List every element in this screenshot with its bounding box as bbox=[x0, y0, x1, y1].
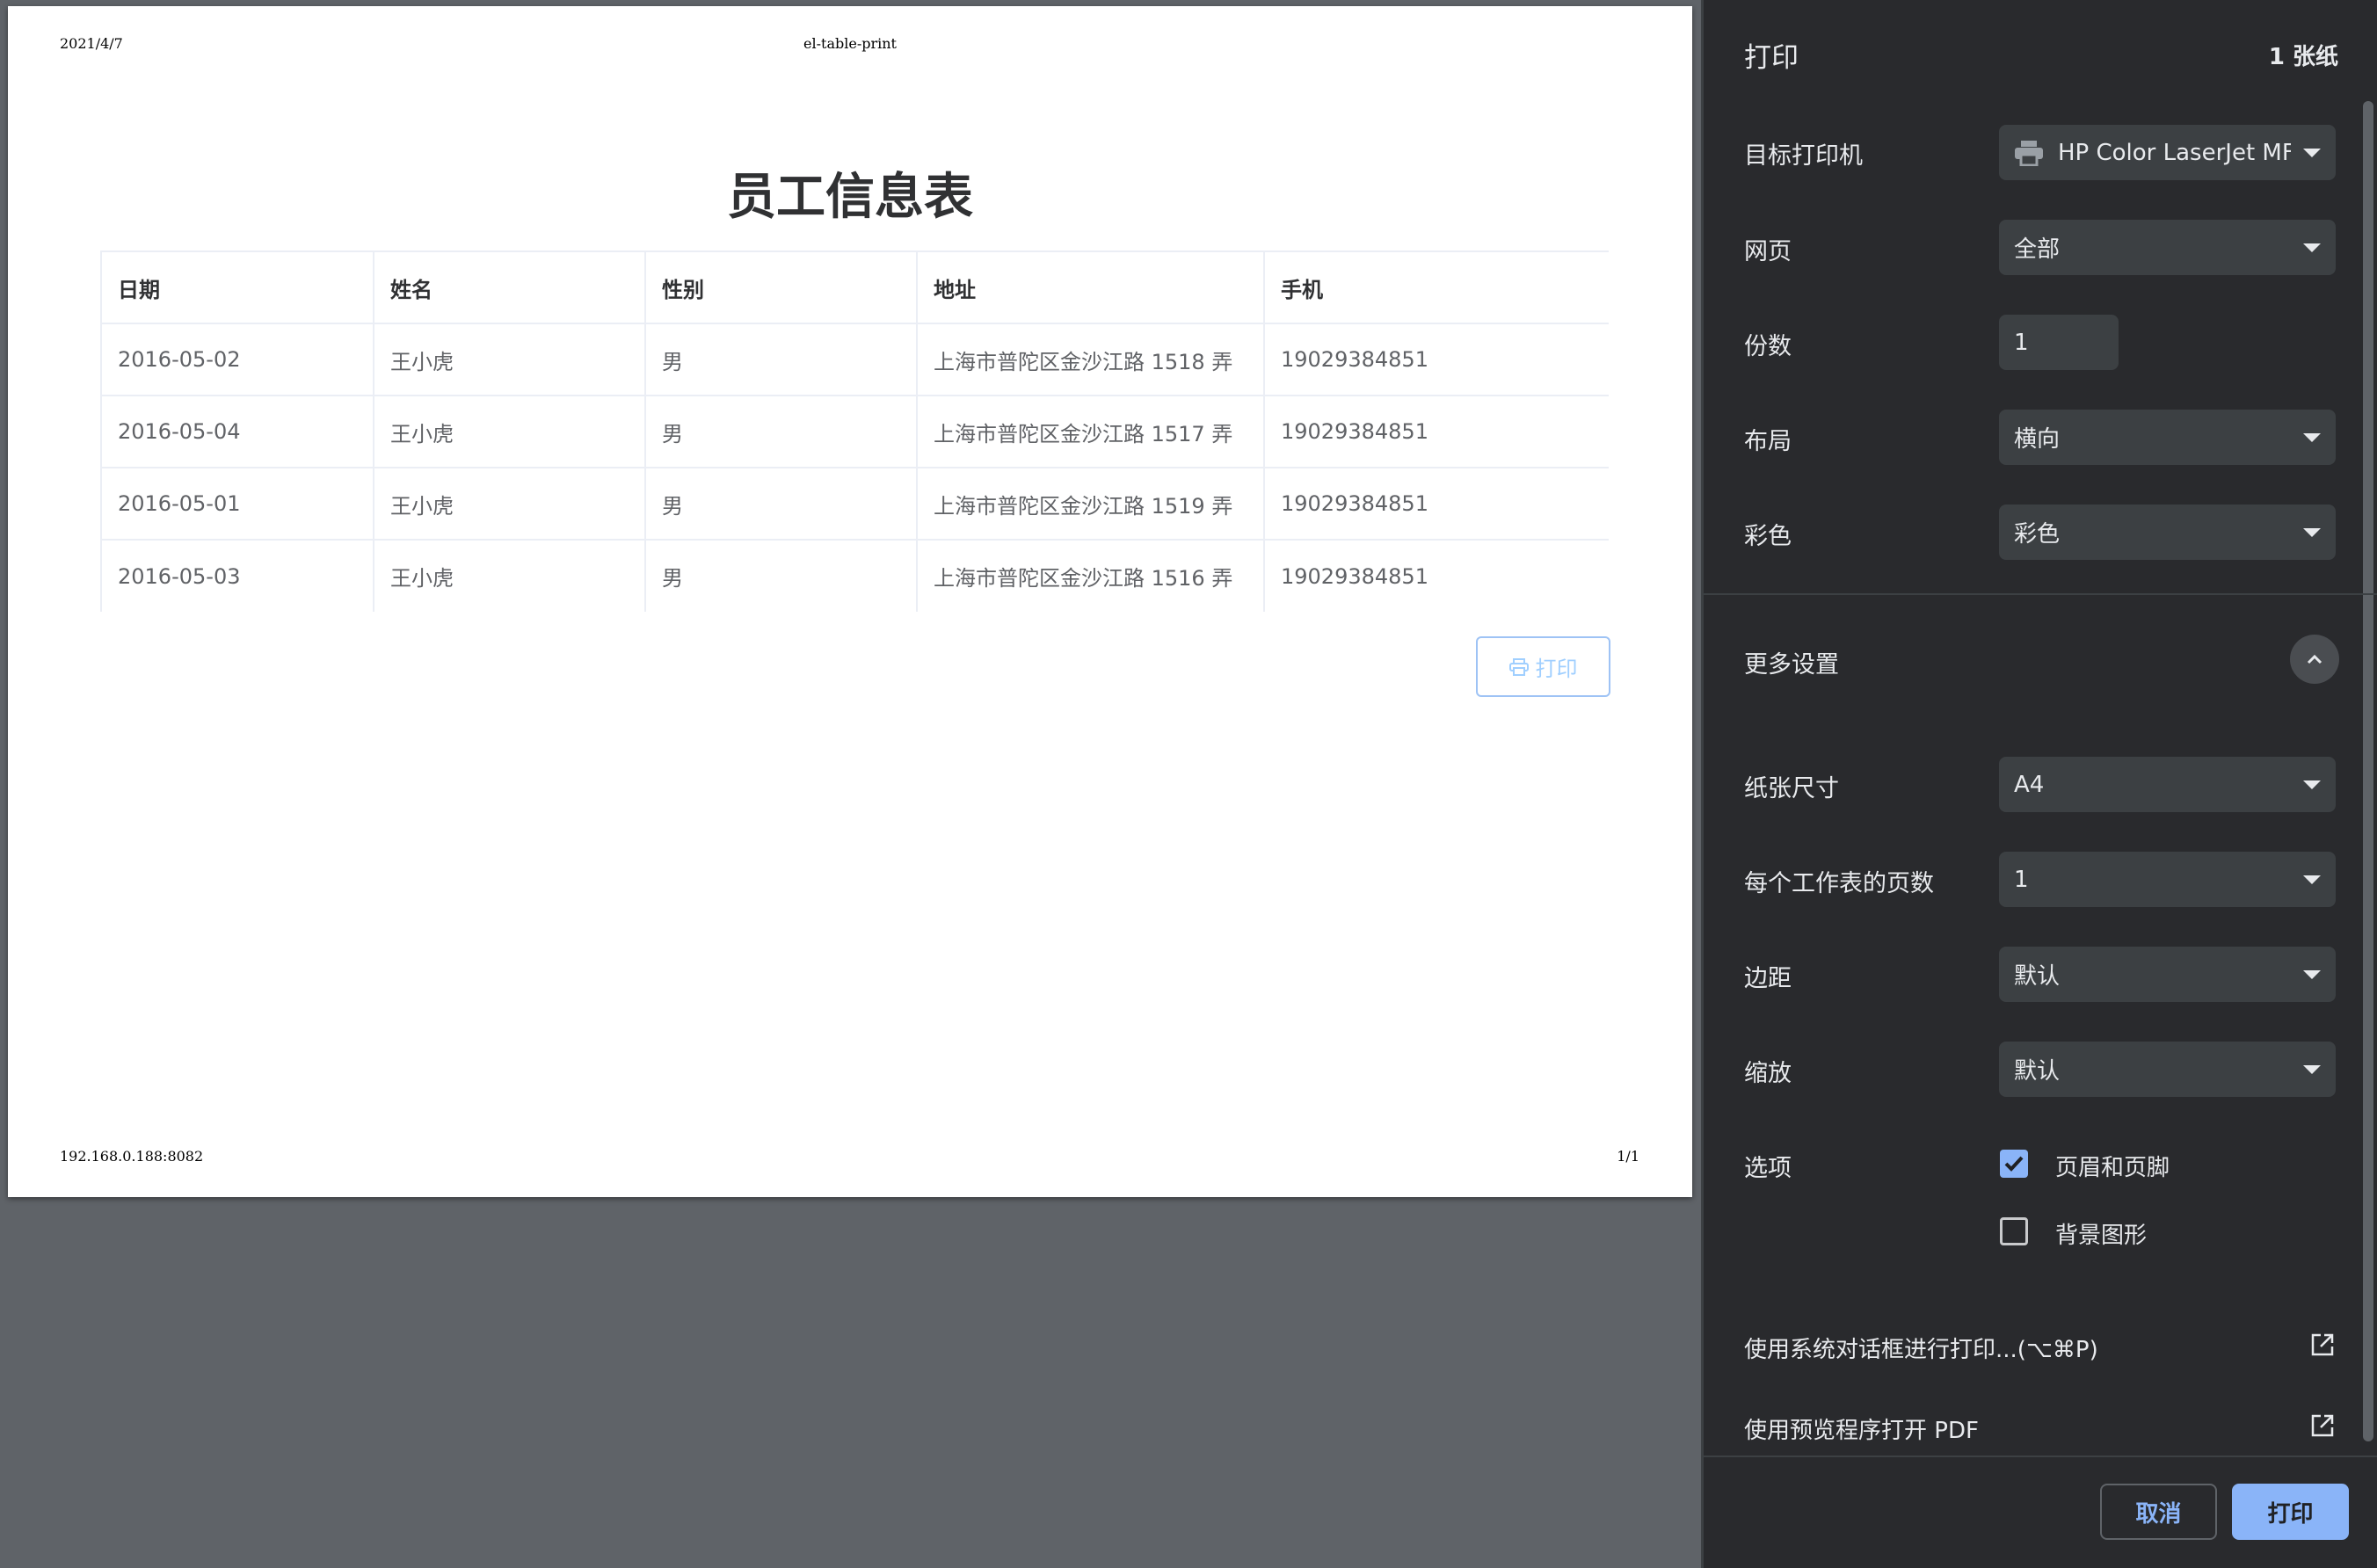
open-in-new-icon[interactable] bbox=[2310, 1332, 2335, 1357]
sheet-count: 1 张纸 bbox=[2268, 44, 2338, 70]
dropdown-arrow-icon bbox=[2303, 527, 2321, 537]
options-label: 选项 bbox=[1744, 1155, 1792, 1182]
cell-phone: 19029384851 bbox=[1281, 563, 1428, 589]
cell-phone: 19029384851 bbox=[1264, 468, 1609, 541]
open-in-new-icon[interactable] bbox=[2310, 1413, 2335, 1438]
dropdown-arrow-icon bbox=[2303, 1064, 2321, 1074]
dropdown-arrow-icon bbox=[2303, 243, 2321, 252]
printer-icon bbox=[1508, 657, 1529, 676]
table-row: 2016-05-04 王小虎 男 上海市普陀区金沙江路 1517 弄 19029… bbox=[100, 396, 1609, 468]
document-title: 员工信息表 bbox=[727, 169, 973, 226]
print-preview-area: 2021/4/7 el-table-print 员工信息表 日期 姓名 性别 地… bbox=[0, 0, 1701, 1568]
panel-scrollbar[interactable] bbox=[2363, 101, 2373, 1441]
cell-gender: 男 bbox=[645, 468, 918, 541]
more-settings-toggle[interactable] bbox=[2290, 635, 2339, 684]
pages-label: 网页 bbox=[1744, 238, 1792, 265]
column-header-address: 地址 bbox=[917, 250, 1265, 324]
page-footer-page-number: 1/1 bbox=[1617, 1148, 1639, 1165]
background-graphics-checkbox[interactable] bbox=[2000, 1217, 2028, 1245]
destination-select[interactable]: HP Color LaserJet MFP bbox=[1999, 125, 2336, 180]
table-row: 2016-05-01 王小虎 男 上海市普陀区金沙江路 1519 弄 19029… bbox=[100, 468, 1609, 541]
chevron-up-icon bbox=[2307, 654, 2322, 664]
margins-label: 边距 bbox=[1744, 965, 1792, 992]
destination-label: 目标打印机 bbox=[1744, 142, 1863, 170]
color-label: 彩色 bbox=[1744, 523, 1792, 550]
column-header-date: 日期 bbox=[100, 250, 374, 324]
color-select[interactable]: 彩色 bbox=[1999, 505, 2336, 560]
cell-name: 王小虎 bbox=[374, 540, 646, 612]
table-header-row: 日期 姓名 性别 地址 手机 bbox=[100, 250, 1609, 324]
cancel-button[interactable]: 取消 bbox=[2100, 1484, 2217, 1540]
pages-per-sheet-select[interactable]: 1 bbox=[1999, 852, 2336, 907]
cell-address: 上海市普陀区金沙江路 1519 弄 bbox=[917, 468, 1265, 541]
more-settings-label[interactable]: 更多设置 bbox=[1744, 645, 1839, 679]
column-header-name: 姓名 bbox=[374, 250, 646, 324]
printer-icon bbox=[2015, 140, 2043, 166]
page-footer-url: 192.168.0.188:8082 bbox=[60, 1148, 204, 1165]
background-graphics-label[interactable]: 背景图形 bbox=[2055, 1217, 2147, 1250]
cell-address: 上海市普陀区金沙江路 1518 弄 bbox=[917, 323, 1265, 396]
page-header-title: el-table-print bbox=[803, 35, 897, 52]
cell-date: 2016-05-02 bbox=[100, 323, 374, 396]
paper-size-label: 纸张尺寸 bbox=[1744, 775, 1839, 802]
scale-value: 默认 bbox=[2014, 1058, 2061, 1085]
print-settings-panel: 打印 1 张纸 目标打印机 HP Color LaserJet MFP 网页 全… bbox=[1701, 0, 2377, 1568]
dropdown-arrow-icon bbox=[2303, 875, 2321, 884]
dropdown-arrow-icon bbox=[2303, 148, 2321, 157]
print-preview-page: 2021/4/7 el-table-print 员工信息表 日期 姓名 性别 地… bbox=[8, 6, 1692, 1197]
cell-date: 2016-05-01 bbox=[100, 468, 374, 541]
margins-value: 默认 bbox=[2014, 963, 2061, 990]
print-button[interactable]: 打印 bbox=[2232, 1484, 2349, 1540]
layout-label: 布局 bbox=[1744, 428, 1792, 455]
pages-per-sheet-label: 每个工作表的页数 bbox=[1744, 870, 1934, 897]
margins-select[interactable]: 默认 bbox=[1999, 947, 2336, 1002]
page-print-button-label: 打印 bbox=[1535, 657, 1578, 681]
dropdown-arrow-icon bbox=[2303, 969, 2321, 979]
cell-name: 王小虎 bbox=[374, 323, 646, 396]
employee-table: 日期 姓名 性别 地址 手机 2016-05-02 王小虎 男 上海市普陀区金沙… bbox=[100, 250, 1609, 612]
scale-label: 缩放 bbox=[1744, 1060, 1792, 1087]
destination-value: HP Color LaserJet MFP bbox=[2058, 139, 2291, 166]
color-value: 彩色 bbox=[2014, 521, 2061, 548]
footer-divider bbox=[1704, 1455, 2377, 1457]
cell-gender: 男 bbox=[645, 323, 918, 396]
panel-title: 打印 bbox=[1744, 42, 1799, 74]
cell-gender: 男 bbox=[645, 396, 918, 468]
cell-address: 上海市普陀区金沙江路 1516 弄 bbox=[917, 540, 1265, 612]
dropdown-arrow-icon bbox=[2303, 780, 2321, 789]
pages-value: 全部 bbox=[2014, 236, 2061, 263]
paper-size-select[interactable]: A4 bbox=[1999, 757, 2336, 812]
cell-phone: 19029384851 bbox=[1264, 396, 1609, 468]
copies-input[interactable] bbox=[1999, 315, 2119, 370]
pages-per-sheet-value: 1 bbox=[2014, 866, 2029, 893]
copies-label: 份数 bbox=[1744, 333, 1792, 360]
section-divider bbox=[1704, 593, 2377, 595]
cell-address: 上海市普陀区金沙江路 1517 弄 bbox=[917, 396, 1265, 468]
layout-value: 横向 bbox=[2014, 426, 2061, 453]
column-header-gender: 性别 bbox=[645, 250, 918, 324]
checkmark-icon bbox=[2004, 1156, 2024, 1172]
paper-size-value: A4 bbox=[2014, 771, 2045, 798]
pages-select[interactable]: 全部 bbox=[1999, 220, 2336, 275]
cell-date: 2016-05-03 bbox=[100, 540, 374, 612]
column-header-phone: 手机 bbox=[1264, 250, 1609, 324]
page-print-button: 打印 bbox=[1476, 636, 1610, 697]
cell-name: 王小虎 bbox=[374, 396, 646, 468]
cell-phone: 19029384851 bbox=[1264, 323, 1609, 396]
open-pdf-link[interactable]: 使用预览程序打开 PDF bbox=[1744, 1412, 1979, 1445]
cell-gender: 男 bbox=[645, 540, 918, 612]
system-dialog-link[interactable]: 使用系统对话框进行打印...(⌥⌘P) bbox=[1744, 1332, 2098, 1364]
cell-date: 2016-05-04 bbox=[100, 396, 374, 468]
table-row: 2016-05-02 王小虎 男 上海市普陀区金沙江路 1518 弄 19029… bbox=[100, 323, 1609, 396]
dropdown-arrow-icon bbox=[2303, 432, 2321, 442]
cell-name: 王小虎 bbox=[374, 468, 646, 541]
table-row: 2016-05-03 王小虎 男 上海市普陀区金沙江路 1516 弄 19029… bbox=[100, 540, 1609, 612]
header-footer-checkbox[interactable] bbox=[2000, 1150, 2028, 1178]
layout-select[interactable]: 横向 bbox=[1999, 410, 2336, 465]
scale-select[interactable]: 默认 bbox=[1999, 1042, 2336, 1097]
header-footer-label[interactable]: 页眉和页脚 bbox=[2055, 1150, 2170, 1182]
